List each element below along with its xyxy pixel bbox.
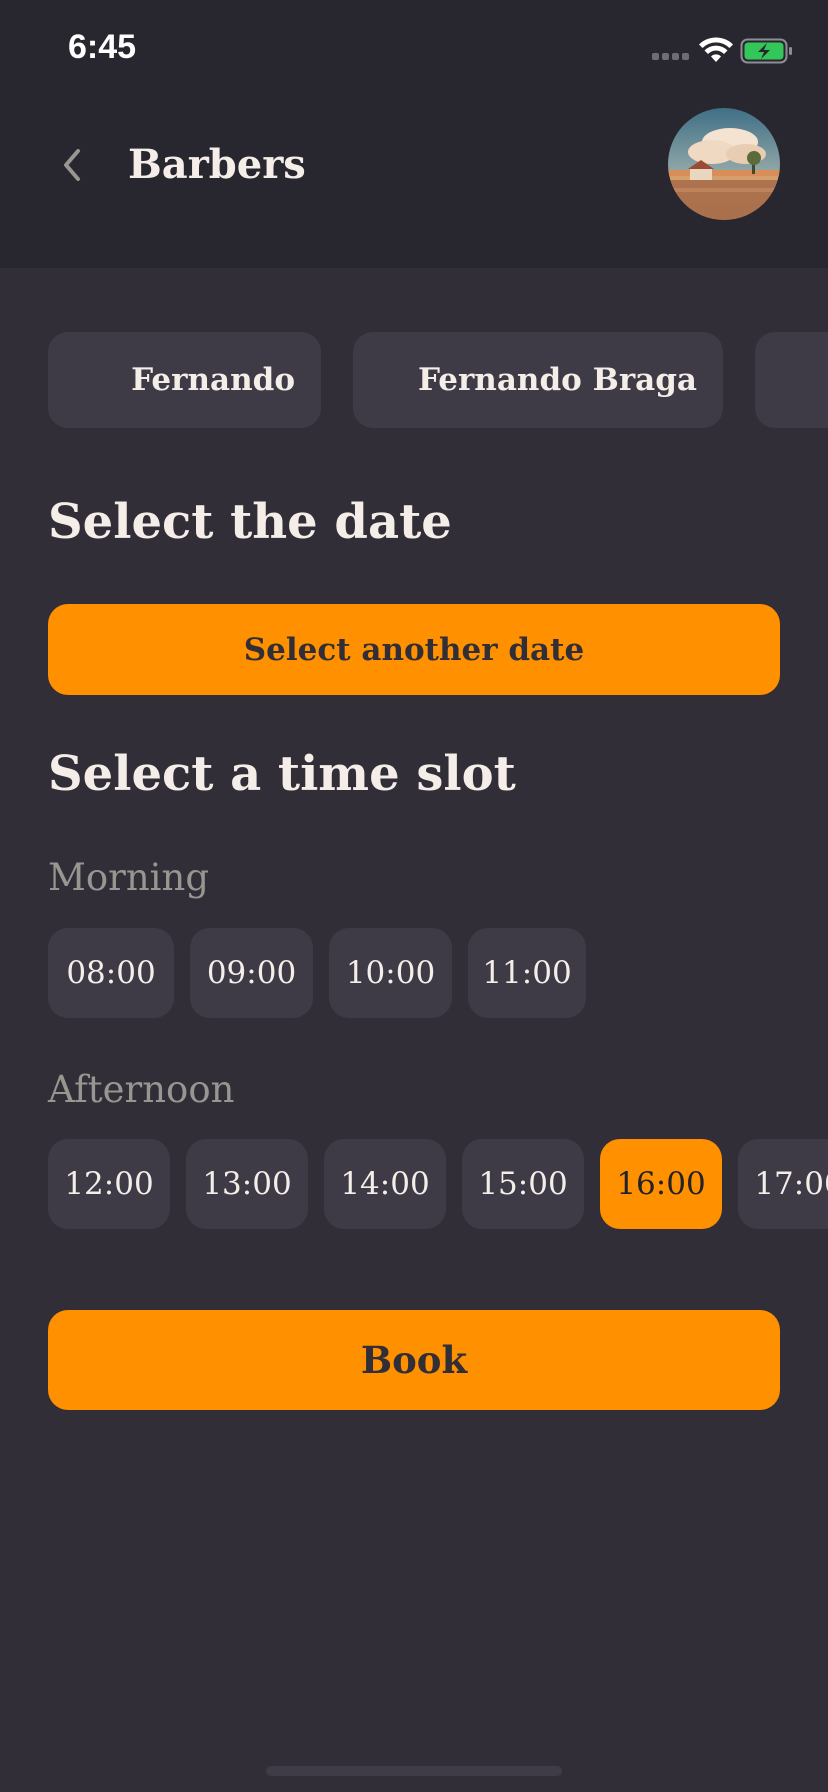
time-slot-1100[interactable]: 11:00: [468, 928, 586, 1018]
barber-chip-partial[interactable]: [755, 332, 828, 428]
avatar[interactable]: [668, 108, 780, 220]
time-slot-1500[interactable]: 15:00: [462, 1139, 584, 1229]
time-slot-1400[interactable]: 14:00: [324, 1139, 446, 1229]
chevron-left-icon: [64, 149, 80, 181]
barber-chip-fernando[interactable]: Fernando: [48, 332, 321, 428]
screen: 6:45 Barbers Fernando Fernando Braga Sel…: [0, 0, 828, 1792]
wifi-icon: [699, 37, 733, 62]
status-time: 6:45: [68, 28, 137, 66]
morning-slots: 08:00 09:00 10:00 11:00: [48, 928, 586, 1018]
barber-name: Fernando Braga: [417, 362, 697, 398]
header: 6:45 Barbers: [0, 0, 828, 268]
select-time-title: Select a time slot: [48, 746, 516, 802]
morning-label: Morning: [48, 856, 210, 899]
time-slot-1300[interactable]: 13:00: [186, 1139, 308, 1229]
cellular-signal-icon: [652, 53, 689, 60]
time-slot-0800[interactable]: 08:00: [48, 928, 174, 1018]
time-slot-1700[interactable]: 17:00: [738, 1139, 828, 1229]
afternoon-label: Afternoon: [48, 1068, 235, 1111]
book-button[interactable]: Book: [48, 1310, 780, 1410]
page-title: Barbers: [128, 141, 306, 188]
barbers-list: Fernando Fernando Braga: [48, 332, 828, 428]
time-slot-1200[interactable]: 12:00: [48, 1139, 170, 1229]
select-another-date-button[interactable]: Select another date: [48, 604, 780, 695]
barber-name: Fernando: [131, 362, 295, 398]
home-indicator: [266, 1766, 562, 1776]
back-button[interactable]: [50, 138, 94, 192]
time-slot-0900[interactable]: 09:00: [190, 928, 313, 1018]
battery-charging-icon: [740, 38, 792, 64]
barber-chip-fernando-braga[interactable]: Fernando Braga: [353, 332, 723, 428]
time-slot-1000[interactable]: 10:00: [329, 928, 452, 1018]
afternoon-slots: 12:00 13:00 14:00 15:00 16:00 17:00: [48, 1139, 828, 1229]
select-date-title: Select the date: [48, 494, 452, 550]
avatar-image: [668, 108, 780, 220]
time-slot-1600-selected[interactable]: 16:00: [600, 1139, 722, 1229]
